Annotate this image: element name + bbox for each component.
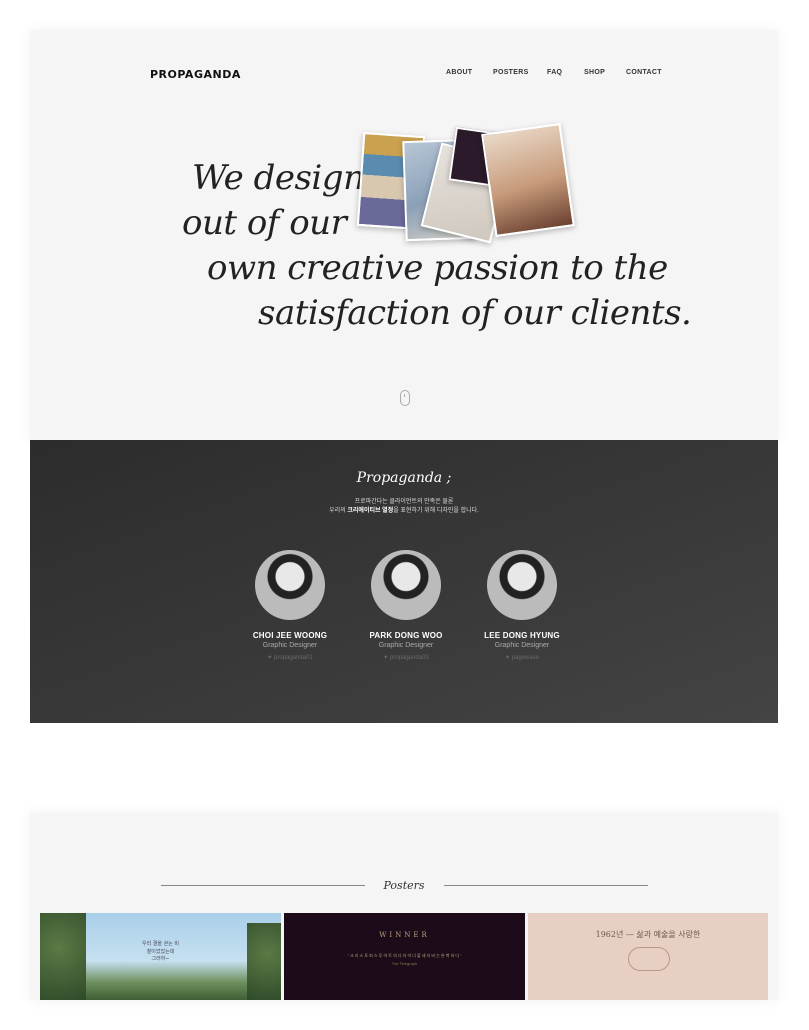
member-role: Graphic Designer	[494, 642, 550, 649]
nav-about[interactable]: ABOUT	[446, 69, 472, 76]
nav-posters[interactable]: POSTERS	[493, 69, 529, 76]
hero-line-2: out of our	[182, 203, 347, 243]
member-handle: pagewave	[511, 655, 540, 661]
twitter-icon: ✦	[383, 655, 390, 661]
member-handle: propaganda01	[273, 655, 313, 661]
poster-card-1[interactable]: 우리 결을 걷는 비 찰이었었는데 그러하~	[40, 913, 281, 1000]
team-member-card: LEE DONG HYUNG Graphic Designer ✦ pagewa…	[462, 550, 582, 661]
team-description-line-1: 프로파간다는 클라이언트의 만족은 물론	[354, 499, 454, 505]
twitter-icon: ✦	[504, 655, 512, 661]
team-title: Propaganda ;	[356, 470, 452, 486]
poster-2-quote: " 크 리 스 토 퍼 스 투 어 트 의 디 자 이 너 불 세 자 비 는 …	[347, 953, 462, 958]
poster-card-3[interactable]: 1962년 — 삶과 예술을 사랑한	[528, 913, 768, 1000]
twitter-icon: ✦	[267, 655, 274, 661]
avatar	[255, 550, 325, 620]
member-twitter-link[interactable]: ✦ pagewave	[462, 654, 582, 661]
team-description-text: 우리의	[329, 508, 348, 514]
member-name: CHOI JEE WOONG	[252, 631, 328, 640]
hero-line-1: We design	[192, 158, 365, 198]
collage-card-5	[481, 122, 575, 238]
team-description-emphasis: 크리에이티브 열정	[347, 508, 394, 514]
poster-2-credit: The Telegraph	[391, 961, 418, 966]
hero-section: PROPAGANDA ABOUT POSTERS FAQ SHOP CONTAC…	[30, 30, 778, 440]
team-section: Propaganda ; 프로파간다는 클라이언트의 만족은 물론 우리의 크리…	[30, 440, 778, 723]
nav-shop[interactable]: SHOP	[584, 69, 605, 76]
poster-collage-image	[356, 122, 575, 246]
poster-card-2[interactable]: WINNER " 크 리 스 토 퍼 스 투 어 트 의 디 자 이 너 불 세…	[284, 913, 525, 1000]
nav-contact[interactable]: CONTACT	[626, 69, 662, 76]
team-member-card: PARK DONG WOO Graphic Designer ✦ propaga…	[346, 550, 466, 661]
divider-line	[444, 885, 648, 886]
poster-2-award: WINNER	[379, 931, 430, 939]
member-role: Graphic Designer	[262, 642, 318, 649]
brand-logo[interactable]: PROPAGANDA	[150, 68, 241, 81]
poster-1-text: 우리 결을 걷는 비 찰이었었는데 그러하~	[142, 941, 179, 962]
team-member-card: CHOI JEE WOONG Graphic Designer ✦ propag…	[230, 550, 350, 661]
poster-3-title: 1962년 — 삶과 예술을 사랑한	[595, 930, 701, 939]
team-description-line-2: 우리의 크리에이티브 열정을 표현하기 위해 디자인을 합니다.	[30, 505, 778, 514]
hero-line-4: satisfaction of our clients.	[258, 293, 692, 333]
member-name: PARK DONG WOO	[369, 631, 443, 640]
laurel-icon	[628, 947, 670, 971]
member-twitter-link[interactable]: ✦ propaganda03	[346, 654, 466, 661]
member-twitter-link[interactable]: ✦ propaganda01	[230, 654, 350, 661]
nav-faq[interactable]: FAQ	[547, 69, 562, 76]
posters-title: Posters	[383, 879, 425, 892]
posters-section: Posters 우리 결을 걷는 비 찰이었었는데 그러하~ WINNER " …	[30, 813, 778, 1000]
team-description-text: 을 표현하기 위해 디자인을 합니다.	[393, 508, 479, 514]
member-role: Graphic Designer	[378, 642, 434, 649]
avatar	[487, 550, 557, 620]
hero-line-3: own creative passion to the	[207, 248, 668, 288]
member-handle: propaganda03	[389, 655, 429, 661]
avatar	[371, 550, 441, 620]
member-name: LEE DONG HYUNG	[484, 631, 560, 640]
scroll-mouse-icon[interactable]	[400, 390, 410, 406]
